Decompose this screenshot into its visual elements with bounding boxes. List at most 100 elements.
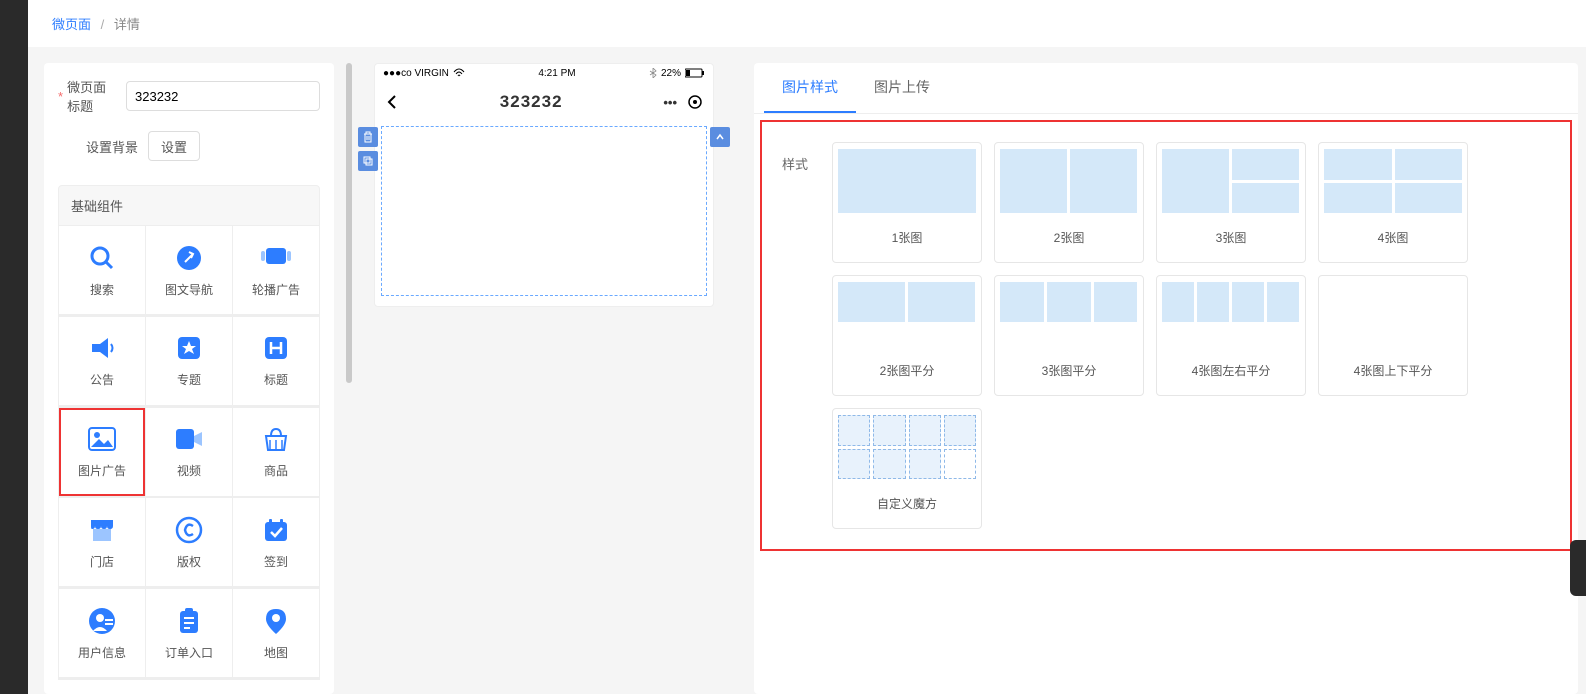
component-label: 公告 bbox=[90, 371, 114, 388]
time-text: 4:21 PM bbox=[538, 68, 575, 79]
move-up-button[interactable] bbox=[710, 127, 730, 147]
component-map[interactable]: 地图 bbox=[233, 589, 319, 677]
component-label: 专题 bbox=[177, 371, 201, 388]
style-caption: 2张图 bbox=[1054, 229, 1085, 246]
page-title: 323232 bbox=[399, 92, 663, 112]
style-option-s1[interactable]: 1张图 bbox=[832, 142, 982, 263]
style-caption: 3张图平分 bbox=[1042, 362, 1097, 379]
userinfo-icon bbox=[87, 606, 117, 636]
preview-scrollbar[interactable] bbox=[346, 63, 352, 383]
video-icon bbox=[174, 424, 204, 454]
component-imgnav[interactable]: 图文导航 bbox=[146, 226, 232, 314]
component-label: 用户信息 bbox=[78, 644, 126, 661]
search-icon bbox=[87, 243, 117, 273]
heading-icon bbox=[261, 333, 291, 363]
carousel-icon bbox=[261, 243, 291, 273]
phone-preview: ●●●co VIRGIN 4:21 PM 22% 323232 bbox=[374, 63, 714, 307]
component-label: 轮播广告 bbox=[252, 281, 300, 298]
battery-icon bbox=[685, 68, 705, 78]
style-caption: 4张图 bbox=[1378, 229, 1409, 246]
notice-icon bbox=[87, 333, 117, 363]
store-icon bbox=[87, 515, 117, 545]
imgnav-icon bbox=[174, 243, 204, 273]
target-icon[interactable] bbox=[687, 94, 703, 110]
components-grid: 搜索 图文导航 轮播广告公告 专题 标题图片广告 视频 商品门店 版权 签到用户信息 订单入口 地图 bbox=[58, 226, 320, 680]
window-chrome-left bbox=[0, 0, 28, 694]
checkin-icon bbox=[261, 515, 291, 545]
component-heading[interactable]: 标题 bbox=[233, 317, 319, 405]
component-goods[interactable]: 商品 bbox=[233, 408, 319, 496]
style-option-s2avg[interactable]: 2张图平分 bbox=[832, 275, 982, 396]
preview-column: ●●●co VIRGIN 4:21 PM 22% 323232 bbox=[354, 63, 734, 694]
component-notice[interactable]: 公告 bbox=[59, 317, 145, 405]
wifi-icon bbox=[453, 68, 465, 78]
style-field-label: 样式 bbox=[782, 142, 832, 529]
config-panel: 图片样式图片上传 样式 1张图 2张图 3张图 4张图 2张图平分 3张图平分 4张图左右平… bbox=[754, 63, 1578, 694]
component-label: 搜索 bbox=[90, 281, 114, 298]
title-input[interactable] bbox=[126, 81, 320, 111]
style-option-s4lr[interactable]: 4张图左右平分 bbox=[1156, 275, 1306, 396]
style-option-s3[interactable]: 3张图 bbox=[1156, 142, 1306, 263]
component-label: 视频 bbox=[177, 462, 201, 479]
component-label: 商品 bbox=[264, 462, 288, 479]
style-option-s2[interactable]: 2张图 bbox=[994, 142, 1144, 263]
title-label: 微页面标题 bbox=[67, 77, 116, 115]
bg-set-button[interactable]: 设置 bbox=[148, 131, 200, 161]
battery-text: 22% bbox=[661, 68, 681, 79]
style-option-custom[interactable]: 自定义魔方 bbox=[832, 408, 982, 529]
style-caption: 3张图 bbox=[1216, 229, 1247, 246]
component-video[interactable]: 视频 bbox=[146, 408, 232, 496]
style-caption: 4张图左右平分 bbox=[1192, 362, 1271, 379]
component-store[interactable]: 门店 bbox=[59, 498, 145, 586]
breadcrumb-current: 详情 bbox=[114, 17, 140, 32]
component-label: 门店 bbox=[90, 553, 114, 570]
style-grid: 1张图 2张图 3张图 4张图 2张图平分 3张图平分 4张图左右平分 4张图上下平分自定义魔… bbox=[832, 142, 1468, 529]
breadcrumb-sep: / bbox=[101, 17, 105, 32]
side-handle[interactable] bbox=[1570, 540, 1586, 596]
style-option-s4[interactable]: 4张图 bbox=[1318, 142, 1468, 263]
component-label: 订单入口 bbox=[165, 644, 213, 661]
breadcrumb-root[interactable]: 微页面 bbox=[52, 17, 91, 32]
left-panel: * 微页面标题 设置背景 设置 基础组件 搜索图文导航轮播广告公告专题标题图片广… bbox=[44, 63, 334, 694]
component-label: 图文导航 bbox=[165, 281, 213, 298]
breadcrumb: 微页面 / 详情 bbox=[28, 0, 1586, 47]
component-label: 签到 bbox=[264, 553, 288, 570]
back-icon[interactable] bbox=[385, 95, 399, 109]
bluetooth-icon bbox=[649, 68, 657, 78]
map-icon bbox=[261, 606, 291, 636]
style-option-s4tb[interactable]: 4张图上下平分 bbox=[1318, 275, 1468, 396]
more-icon[interactable]: ••• bbox=[663, 95, 677, 110]
canvas-component-slot[interactable] bbox=[381, 126, 707, 296]
component-carousel[interactable]: 轮播广告 bbox=[233, 226, 319, 314]
phone-titlebar: 323232 ••• bbox=[375, 82, 713, 122]
style-caption: 2张图平分 bbox=[880, 362, 935, 379]
style-caption: 1张图 bbox=[892, 229, 923, 246]
component-copyright[interactable]: 版权 bbox=[146, 498, 232, 586]
component-label: 图片广告 bbox=[78, 462, 126, 479]
delete-slot-button[interactable] bbox=[358, 127, 378, 147]
component-order[interactable]: 订单入口 bbox=[146, 589, 232, 677]
style-option-s3avg[interactable]: 3张图平分 bbox=[994, 275, 1144, 396]
copy-slot-button[interactable] bbox=[358, 151, 378, 171]
imgad-icon bbox=[87, 424, 117, 454]
carrier-text: ●●●co VIRGIN bbox=[383, 68, 449, 79]
topic-icon bbox=[174, 333, 204, 363]
style-caption: 自定义魔方 bbox=[877, 495, 937, 512]
component-label: 版权 bbox=[177, 553, 201, 570]
goods-icon bbox=[261, 424, 291, 454]
copyright-icon bbox=[174, 515, 204, 545]
component-label: 地图 bbox=[264, 644, 288, 661]
phone-statusbar: ●●●co VIRGIN 4:21 PM 22% bbox=[375, 64, 713, 82]
component-userinfo[interactable]: 用户信息 bbox=[59, 589, 145, 677]
config-tabs: 图片样式图片上传 bbox=[754, 63, 1578, 114]
tab-upload[interactable]: 图片上传 bbox=[856, 63, 948, 113]
component-label: 标题 bbox=[264, 371, 288, 388]
bg-label: 设置背景 bbox=[86, 137, 138, 156]
component-search[interactable]: 搜索 bbox=[59, 226, 145, 314]
order-icon bbox=[174, 606, 204, 636]
component-topic[interactable]: 专题 bbox=[146, 317, 232, 405]
required-mark: * bbox=[58, 89, 63, 104]
tab-style[interactable]: 图片样式 bbox=[764, 63, 856, 113]
component-imgad[interactable]: 图片广告 bbox=[59, 408, 145, 496]
component-checkin[interactable]: 签到 bbox=[233, 498, 319, 586]
